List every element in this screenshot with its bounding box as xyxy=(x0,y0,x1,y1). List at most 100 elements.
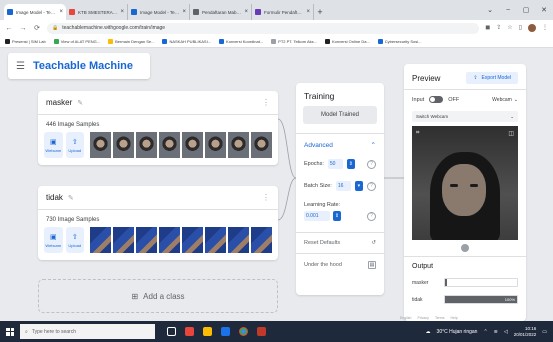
sample-thumbnail[interactable] xyxy=(159,227,180,253)
bookmark-item[interactable]: Konversi Online Da... xyxy=(325,39,370,44)
input-source-select[interactable]: Webcam ⌄ xyxy=(492,97,518,103)
volume-icon[interactable]: ◁ xyxy=(504,329,508,335)
sample-thumbnail[interactable] xyxy=(136,227,157,253)
maximize-icon[interactable]: ▢ xyxy=(517,0,535,20)
sample-thumbnail[interactable] xyxy=(159,132,180,158)
minimize-icon[interactable]: − xyxy=(499,0,517,20)
sample-thumbnail[interactable] xyxy=(205,132,226,158)
bookmark-item[interactable]: NASKAH PUBLIKASI... xyxy=(162,39,211,44)
bookmark-item[interactable]: Konversi Koordinat... xyxy=(219,39,263,44)
crop-icon[interactable]: ⌗ xyxy=(416,130,419,137)
tab-close-icon[interactable]: × xyxy=(182,9,186,15)
bookmark-item[interactable]: Presensi | SIM Lab xyxy=(5,39,46,44)
sample-thumbnail[interactable] xyxy=(228,132,249,158)
profile-avatar[interactable] xyxy=(528,24,536,32)
help-icon[interactable]: ? xyxy=(367,159,376,169)
chrome-icon[interactable] xyxy=(239,327,248,336)
new-tab-button[interactable]: + xyxy=(314,4,326,20)
tab-close-icon[interactable]: × xyxy=(59,9,63,15)
bookmark-item[interactable]: View of ALAT PENG... xyxy=(53,39,100,44)
network-icon[interactable]: ≋ xyxy=(494,329,498,335)
upload-icon: ⇧ xyxy=(71,138,78,146)
reset-icon: ↺ xyxy=(371,240,376,246)
file-explorer-icon[interactable] xyxy=(203,327,212,336)
sample-thumbnail[interactable] xyxy=(182,227,203,253)
switch-webcam-select[interactable]: Switch Webcam ⌄ xyxy=(412,111,518,122)
tray-chevron-icon[interactable]: ⌃ xyxy=(483,329,487,335)
bookmark-item[interactable]: Bermain Dengan Se... xyxy=(108,39,154,44)
epochs-stepper[interactable]: ⇕ xyxy=(346,159,355,169)
sample-thumbnail[interactable] xyxy=(90,227,111,253)
train-model-button[interactable]: Model Trained xyxy=(303,106,377,124)
class-options-icon[interactable]: ⋮ xyxy=(262,193,270,202)
webcam-button[interactable]: ▣ Webcam xyxy=(44,132,63,158)
back-icon[interactable]: ← xyxy=(5,25,13,32)
edit-pencil-icon[interactable]: ✎ xyxy=(77,99,83,107)
under-the-hood-button[interactable]: Under the hood ▤ xyxy=(296,253,384,276)
sample-thumbnail[interactable] xyxy=(90,132,111,158)
help-icon[interactable]: ? xyxy=(367,211,376,221)
reset-defaults-button[interactable]: Reset Defaults ↺ xyxy=(296,232,384,253)
app-title[interactable]: Teachable Machine xyxy=(33,60,133,72)
bookmark-item[interactable]: Cybersecurity Sosi... xyxy=(377,39,421,44)
hamburger-menu-icon[interactable]: ☰ xyxy=(16,61,25,72)
bookmark-item[interactable]: PT2 PT. Telkom Aks... xyxy=(271,39,317,44)
forward-icon[interactable]: → xyxy=(19,25,27,32)
share-icon[interactable]: ⇪ xyxy=(496,24,501,32)
notifications-icon[interactable]: ▭ xyxy=(542,329,547,335)
export-model-button[interactable]: ⇪ Export Model xyxy=(466,72,518,84)
learning-rate-stepper[interactable]: ⇕ xyxy=(333,211,341,221)
sample-count: 730 Image Samples xyxy=(46,217,100,223)
reload-icon[interactable]: ⟳ xyxy=(33,24,41,32)
edit-pencil-icon[interactable]: ✎ xyxy=(68,194,74,202)
tab-close-icon[interactable]: × xyxy=(244,9,248,15)
browser-tab[interactable]: Image Model - Teachable M...× xyxy=(128,4,190,20)
class-options-icon[interactable]: ⋮ xyxy=(262,98,270,107)
url-input[interactable]: 🔒 teachablemachine.withgoogle.com/train/… xyxy=(47,22,480,34)
sample-thumbnail[interactable] xyxy=(136,132,157,158)
store-icon[interactable] xyxy=(221,327,230,336)
help-icon[interactable]: ? xyxy=(367,181,376,191)
webcam-button[interactable]: ▣ Webcam xyxy=(44,227,63,253)
start-button[interactable] xyxy=(0,327,20,336)
class-name[interactable]: masker xyxy=(46,98,72,107)
drag-handle[interactable] xyxy=(461,244,469,252)
advanced-toggle[interactable]: Advanced ⌃ xyxy=(296,134,384,153)
browser-tab[interactable]: Pendaftaran Maba - STIE M...× xyxy=(190,4,252,20)
clock[interactable]: 10:16 20/01/2022 xyxy=(514,326,537,338)
browser-tab[interactable]: Image Model - Teachable M...× xyxy=(4,4,66,20)
epochs-input[interactable]: 50 xyxy=(327,159,343,169)
batch-size-dropdown[interactable]: ▾ xyxy=(354,181,363,191)
browser-tab[interactable]: Formulir Pendaftaran Mahas...× xyxy=(252,4,314,20)
sample-thumbnail[interactable] xyxy=(251,227,272,253)
flip-icon[interactable]: ◫ xyxy=(508,130,514,137)
add-class-button[interactable]: ⊞ Add a class xyxy=(38,279,278,313)
sample-thumbnail[interactable] xyxy=(205,227,226,253)
browser-tab[interactable]: KTB SMESTERAHI | Telkom× xyxy=(66,4,128,20)
powerpoint-icon[interactable] xyxy=(257,327,266,336)
task-view-icon[interactable] xyxy=(167,327,176,336)
tab-favicon-icon xyxy=(131,9,137,15)
input-toggle[interactable] xyxy=(429,96,444,103)
office-icon[interactable] xyxy=(185,327,194,336)
sample-thumbnail[interactable] xyxy=(113,132,134,158)
tab-close-icon[interactable]: × xyxy=(306,9,310,15)
sample-thumbnail[interactable] xyxy=(113,227,134,253)
taskbar-search[interactable]: ⌕ Type here to search xyxy=(20,324,155,339)
star-icon[interactable]: ☆ xyxy=(507,24,512,32)
upload-button[interactable]: ⇧ Upload xyxy=(65,132,84,158)
sample-thumbnail[interactable] xyxy=(182,132,203,158)
close-window-icon[interactable]: ✕ xyxy=(535,0,553,20)
class-name[interactable]: tidak xyxy=(46,193,63,202)
weather-text[interactable]: 30°C Hujan ringan xyxy=(437,329,478,335)
menu-icon[interactable]: ⋮ xyxy=(542,24,548,32)
upload-button[interactable]: ⇧ Upload xyxy=(65,227,84,253)
batch-size-select[interactable]: 16 xyxy=(335,181,351,191)
extensions-icon[interactable]: ▯ xyxy=(519,24,522,32)
tab-search-icon[interactable]: ⌄ xyxy=(481,0,499,20)
sample-thumbnail[interactable] xyxy=(251,132,272,158)
sample-thumbnail[interactable] xyxy=(228,227,249,253)
learning-rate-input[interactable]: 0.001 xyxy=(304,211,330,221)
camera-blocked-icon[interactable]: ◼ xyxy=(485,24,490,32)
tab-close-icon[interactable]: × xyxy=(120,9,124,15)
